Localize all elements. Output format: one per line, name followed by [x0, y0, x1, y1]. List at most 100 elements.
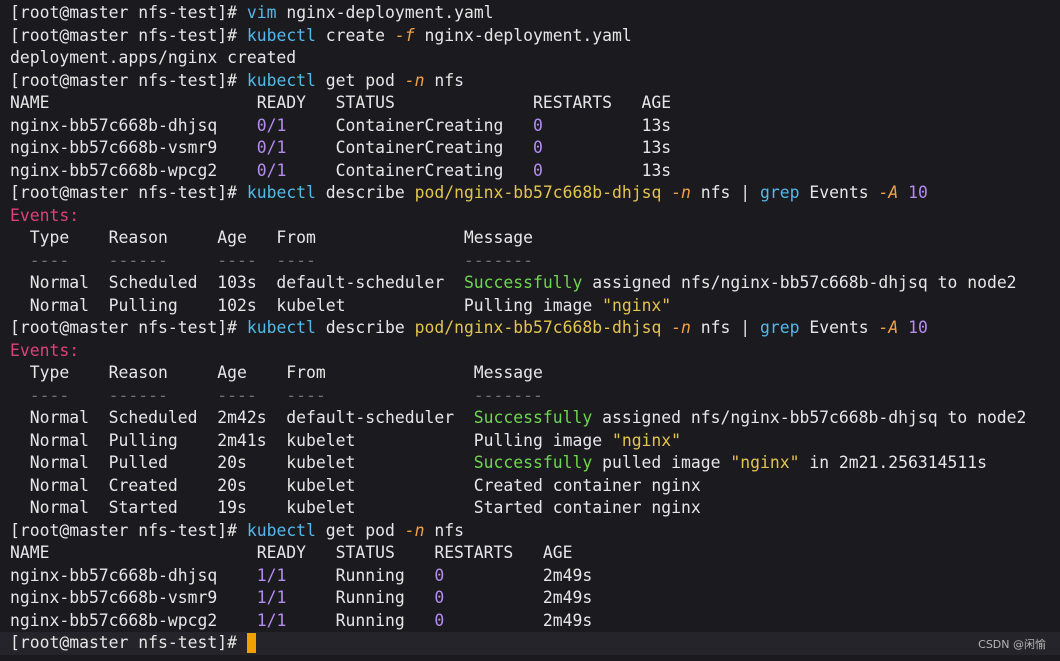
line-segment: nfs	[424, 70, 464, 90]
line-segment: [root@master nfs-test]#	[10, 25, 247, 45]
terminal-output: [root@master nfs-test]# vim nginx-deploy…	[10, 2, 1060, 632]
line-segment: 0	[533, 138, 543, 157]
line-segment: 2m49s	[444, 565, 593, 585]
line-segment: Events:	[10, 205, 80, 225]
terminal-line: Normal Pulled 20s kubelet Successfully p…	[10, 452, 1060, 475]
line-segment: kubectl	[246, 520, 316, 540]
line-segment: 10	[908, 183, 928, 202]
line-segment: in 2m21.256314511s	[799, 453, 987, 472]
line-segment: 0/1	[256, 115, 287, 135]
line-segment: [root@master nfs-test]#	[10, 318, 247, 337]
line-segment: nginx-bb57c668b-vsmr9	[10, 588, 257, 607]
line-segment: 1/1	[256, 565, 287, 585]
terminal-line: nginx-bb57c668b-vsmr9 0/1 ContainerCreat…	[10, 137, 1060, 160]
line-segment: grep	[760, 183, 800, 202]
terminal-line: nginx-bb57c668b-wpcg2 0/1 ContainerCreat…	[10, 160, 1060, 183]
line-segment: Successfully	[473, 453, 593, 472]
line-segment: -A	[878, 318, 899, 337]
line-segment: create	[315, 25, 395, 45]
terminal-line: NAME READY STATUS RESTARTS AGE	[10, 542, 1060, 565]
line-segment: -n	[671, 183, 691, 202]
line-segment: nginx-bb57c668b-wpcg2	[10, 160, 257, 180]
line-segment: 1/1	[256, 588, 287, 607]
line-segment: Normal Started 19s kubelet Started conta…	[10, 498, 701, 517]
line-segment: nginx-deployment.yaml	[414, 25, 632, 45]
line-segment: 0	[434, 588, 445, 607]
line-segment: "nginx"	[602, 295, 672, 315]
line-segment: Successfully	[463, 273, 583, 292]
line-segment: "nginx"	[611, 430, 682, 450]
line-segment: nginx-bb57c668b-dhjsq	[10, 115, 257, 135]
line-segment: Normal Pulled 20s kubelet	[10, 453, 474, 472]
line-segment: 13s	[542, 115, 672, 135]
line-segment: -n	[404, 70, 425, 90]
line-segment: NAME READY STATUS RESTARTS AGE	[10, 93, 672, 112]
terminal-line: deployment.apps/nginx created	[10, 47, 1060, 70]
line-segment: Events	[799, 318, 879, 337]
line-segment	[661, 318, 671, 337]
line-segment: grep	[760, 318, 800, 337]
line-segment: get pod	[315, 70, 405, 90]
line-segment: 0	[434, 610, 445, 630]
line-segment: ---- ------ ---- ---- -------	[10, 385, 543, 405]
line-segment: 1/1	[256, 610, 287, 630]
line-segment	[661, 183, 671, 202]
line-segment: Running	[286, 588, 435, 607]
line-segment: 0	[533, 160, 543, 180]
line-segment: 13s	[542, 160, 672, 180]
terminal-line: [root@master nfs-test]# kubectl get pod …	[10, 520, 1060, 543]
line-segment: assigned nfs/nginx-bb57c668b-dhjsq to no…	[592, 408, 1027, 427]
terminal-line: [root@master nfs-test]# kubectl create -…	[10, 25, 1060, 48]
line-segment: Type Reason Age From Message	[10, 363, 543, 382]
terminal-line: nginx-bb57c668b-wpcg2 1/1 Running 0 2m49…	[10, 610, 1060, 633]
line-segment: Running	[286, 565, 435, 585]
line-segment: 10	[908, 318, 928, 337]
terminal-line: [root@master nfs-test]# vim nginx-deploy…	[10, 2, 1060, 25]
terminal-line: [root@master nfs-test]# kubectl describe…	[10, 182, 1060, 205]
line-segment: -A	[878, 183, 899, 202]
line-segment: describe	[315, 318, 415, 337]
line-segment: [root@master nfs-test]#	[10, 520, 247, 540]
line-segment: 0/1	[256, 160, 287, 180]
line-segment: ContainerCreating	[286, 115, 534, 135]
text-cursor[interactable]	[246, 632, 256, 653]
current-prompt-line[interactable]: [root@master nfs-test]#	[0, 632, 1060, 655]
line-segment: Events:	[10, 340, 80, 360]
watermark: CSDN @闲愉	[978, 638, 1046, 651]
terminal-line: Normal Pulling 102s kubelet Pulling imag…	[10, 295, 1060, 318]
line-segment: 0/1	[256, 138, 287, 157]
terminal-line: Normal Created 20s kubelet Created conta…	[10, 475, 1060, 498]
terminal-window[interactable]: [root@master nfs-test]# vim nginx-deploy…	[0, 0, 1060, 661]
terminal-line: Normal Scheduled 103s default-scheduler …	[10, 272, 1060, 295]
terminal-line: nginx-bb57c668b-dhjsq 0/1 ContainerCreat…	[10, 115, 1060, 138]
line-segment: nginx-bb57c668b-wpcg2	[10, 610, 257, 630]
line-segment: nfs	[424, 520, 464, 540]
line-segment: -f	[394, 25, 415, 45]
terminal-line: ---- ------ ---- ---- -------	[10, 250, 1060, 273]
line-segment: -n	[404, 520, 425, 540]
line-segment: ContainerCreating	[286, 160, 534, 180]
line-segment: "nginx"	[730, 453, 800, 472]
line-segment: pod/nginx-bb57c668b-dhjsq	[414, 183, 662, 202]
terminal-line: Events:	[10, 205, 1060, 228]
line-segment: 0	[434, 565, 445, 585]
line-segment: vim	[246, 3, 277, 22]
terminal-line: nginx-bb57c668b-vsmr9 1/1 Running 0 2m49…	[10, 587, 1060, 610]
terminal-line: Type Reason Age From Message	[10, 227, 1060, 250]
line-segment: nfs |	[690, 183, 761, 202]
line-segment: Type Reason Age From Message	[10, 228, 534, 247]
terminal-line: Events:	[10, 340, 1060, 363]
line-segment: 2m49s	[444, 588, 593, 607]
line-segment	[898, 183, 908, 202]
line-segment: -n	[671, 318, 691, 337]
line-segment: describe	[315, 183, 415, 202]
line-segment: kubectl	[246, 70, 316, 90]
line-segment: nginx-deployment.yaml	[276, 3, 494, 22]
line-segment: Normal Pulling 2m41s kubelet Pulling ima…	[10, 430, 612, 450]
line-segment: Normal Scheduled 2m42s default-scheduler	[10, 408, 474, 427]
line-segment: NAME READY STATUS RESTARTS AGE	[10, 543, 573, 562]
line-segment: assigned nfs/nginx-bb57c668b-dhjsq to no…	[582, 273, 1017, 292]
terminal-line: Type Reason Age From Message	[10, 362, 1060, 385]
terminal-line: [root@master nfs-test]# kubectl get pod …	[10, 70, 1060, 93]
terminal-line: nginx-bb57c668b-dhjsq 1/1 Running 0 2m49…	[10, 565, 1060, 588]
